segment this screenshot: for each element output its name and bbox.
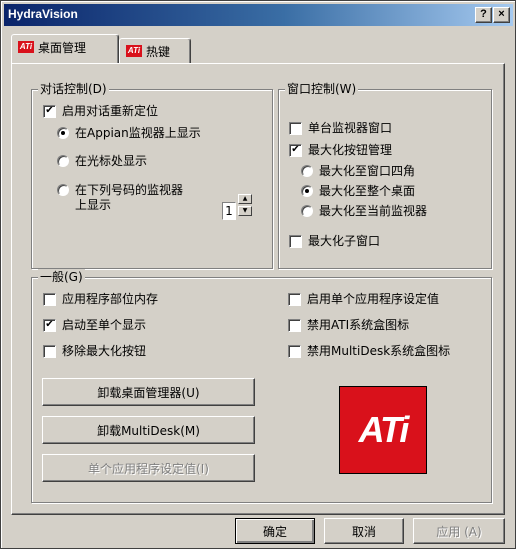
radio-dot: [57, 127, 69, 139]
button-label: 确定: [262, 524, 287, 539]
spin-down-button[interactable]: ▼: [238, 206, 252, 216]
logo-text: ATi: [358, 409, 410, 450]
radio-dot: [301, 185, 313, 197]
show-at-cursor-radio[interactable]: 在光标处显示: [57, 154, 147, 169]
checkbox-label: 启用单个应用程序设定值: [307, 292, 440, 306]
checkbox-box: [43, 293, 56, 306]
disable-multidesk-tray-icon-checkbox[interactable]: 禁用MultiDesk系统盒图标: [288, 344, 450, 359]
radio-label: 最大化至整个桌面: [319, 184, 416, 198]
tab-hotkeys[interactable]: ATi 热键: [119, 38, 191, 63]
maximize-to-corners-radio[interactable]: 最大化至窗口四角: [301, 164, 415, 179]
show-on-appian-radio[interactable]: 在Appian监视器上显示: [57, 126, 201, 141]
checkbox-box: ✔: [43, 319, 56, 332]
disable-ati-tray-icon-checkbox[interactable]: 禁用ATI系统盒图标: [288, 318, 409, 333]
group-title: 对话控制(D): [38, 81, 109, 97]
uninstall-multidesk-button[interactable]: 卸载MultiDesk(M): [42, 416, 255, 444]
general-group: 一般(G) 应用程序部位内存 ✔ 启动至单个显示 移除最大化按钮 启用单个应用程…: [31, 269, 492, 503]
maximize-to-desktop-radio[interactable]: 最大化至整个桌面: [301, 184, 415, 199]
checkbox-label: 移除最大化按钮: [62, 344, 147, 358]
checkbox-label: 最大化按钮管理: [308, 143, 393, 157]
maximize-button-management-checkbox[interactable]: ✔ 最大化按钮管理: [289, 143, 392, 158]
radio-dot: [301, 165, 313, 177]
radio-dot: [301, 205, 313, 217]
tab-label: 热键: [146, 44, 171, 59]
spin-up-button[interactable]: ▲: [238, 194, 252, 204]
uninstall-desktop-manager-button[interactable]: 卸载桌面管理器(U): [42, 378, 255, 406]
button-label: 单个应用程序设定值(I): [88, 461, 209, 476]
enable-per-app-settings-checkbox[interactable]: 启用单个应用程序设定值: [288, 292, 439, 307]
checkbox-box: [43, 345, 56, 358]
ok-button[interactable]: 确定: [235, 518, 315, 544]
dialog-control-group: 对话控制(D) ✔ 启用对话重新定位 在Appian监视器上显示 在光标处显示 …: [31, 81, 273, 269]
checkbox-box: [288, 319, 301, 332]
radio-label: 最大化至当前监视器: [319, 204, 428, 218]
radio-label: 最大化至窗口四角: [319, 164, 416, 178]
radio-label-block: 在下列号码的监视器 上显示: [75, 183, 183, 213]
tab-desktop-management[interactable]: ATi 桌面管理: [11, 34, 119, 63]
per-app-settings-button[interactable]: 单个应用程序设定值(I): [42, 454, 255, 482]
maximize-to-current-monitor-radio[interactable]: 最大化至当前监视器: [301, 204, 427, 219]
checkbox-box: ✔: [289, 144, 302, 157]
desktop-management-panel: 对话控制(D) ✔ 启用对话重新定位 在Appian监视器上显示 在光标处显示 …: [11, 63, 505, 515]
checkbox-label: 单台监视器窗口: [308, 121, 393, 135]
app-position-memory-checkbox[interactable]: 应用程序部位内存: [43, 292, 158, 307]
monitor-number-field[interactable]: 1: [222, 202, 236, 220]
group-title: 窗口控制(W): [285, 81, 359, 97]
window-control-group: 窗口控制(W) 单台监视器窗口 ✔ 最大化按钮管理 最大化至窗口四角 最大化至整…: [278, 81, 492, 269]
help-button[interactable]: ?: [475, 7, 492, 23]
checkbox-label: 应用程序部位内存: [62, 292, 159, 306]
checkbox-label: 禁用ATI系统盒图标: [307, 318, 410, 332]
checkbox-label: 最大化子窗口: [308, 234, 381, 248]
single-monitor-window-checkbox[interactable]: 单台监视器窗口: [289, 121, 392, 136]
button-label: 应用 (A): [436, 524, 482, 539]
checkbox-label: 启用对话重新定位: [62, 104, 159, 118]
ati-tab-icon: ATi: [126, 45, 142, 57]
button-label: 卸载桌面管理器(U): [97, 385, 200, 400]
checkbox-label: 启动至单个显示: [62, 318, 147, 332]
reposition-dialogs-checkbox[interactable]: ✔ 启用对话重新定位: [43, 104, 158, 119]
checkbox-box: [288, 345, 301, 358]
window-title: HydraVision: [8, 7, 78, 21]
radio-label: 在光标处显示: [75, 154, 148, 168]
remove-maximize-button-checkbox[interactable]: 移除最大化按钮: [43, 344, 146, 359]
checkbox-box: ✔: [43, 105, 56, 118]
radio-dot: [57, 184, 69, 196]
checkbox-box: [289, 235, 302, 248]
radio-label: 上显示: [75, 198, 112, 212]
maximize-child-windows-checkbox[interactable]: 最大化子窗口: [289, 234, 380, 249]
radio-label: 在Appian监视器上显示: [75, 126, 201, 140]
show-on-monitor-radio[interactable]: 在下列号码的监视器 上显示: [57, 183, 183, 213]
radio-dot: [57, 155, 69, 167]
checkbox-box: [288, 293, 301, 306]
title-bar[interactable]: HydraVision ? ×: [4, 4, 513, 26]
start-single-display-checkbox[interactable]: ✔ 启动至单个显示: [43, 318, 146, 333]
group-title: 一般(G): [38, 269, 85, 285]
close-button[interactable]: ×: [493, 7, 510, 23]
hydravision-window: HydraVision ? × ATi 桌面管理 ATi 热键 对话控制(D) …: [0, 0, 516, 549]
checkbox-box: [289, 122, 302, 135]
checkbox-label: 禁用MultiDesk系统盒图标: [307, 344, 451, 358]
apply-button[interactable]: 应用 (A): [413, 518, 505, 544]
tab-label: 桌面管理: [38, 40, 87, 55]
button-label: 卸载MultiDesk(M): [97, 423, 200, 438]
button-label: 取消: [351, 524, 376, 539]
cancel-button[interactable]: 取消: [324, 518, 404, 544]
radio-label: 在下列号码的监视器: [75, 183, 184, 197]
ati-tab-icon: ATi: [18, 41, 34, 53]
ati-logo: ATi: [339, 386, 427, 474]
